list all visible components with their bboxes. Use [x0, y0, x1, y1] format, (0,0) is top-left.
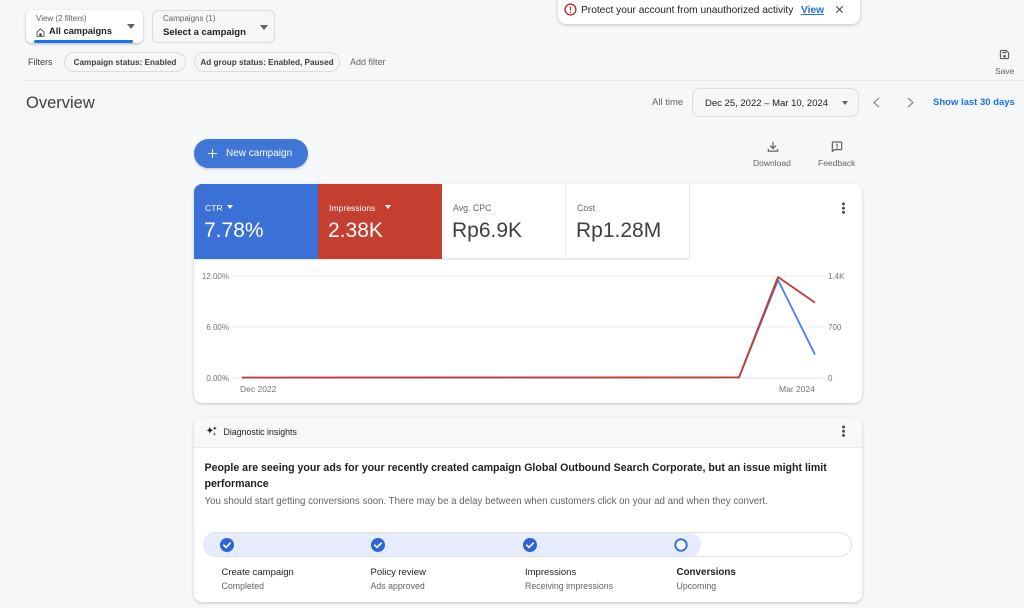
svg-text:0.00%: 0.00% — [206, 374, 229, 383]
svg-text:12.00%: 12.00% — [202, 272, 229, 281]
svg-text:Dec 2022: Dec 2022 — [240, 384, 277, 394]
svg-text:Mar 2024: Mar 2024 — [779, 384, 815, 394]
svg-text:0: 0 — [828, 374, 833, 383]
svg-text:1.4K: 1.4K — [828, 272, 845, 281]
svg-text:6.00%: 6.00% — [206, 323, 229, 332]
svg-text:700: 700 — [828, 323, 842, 332]
